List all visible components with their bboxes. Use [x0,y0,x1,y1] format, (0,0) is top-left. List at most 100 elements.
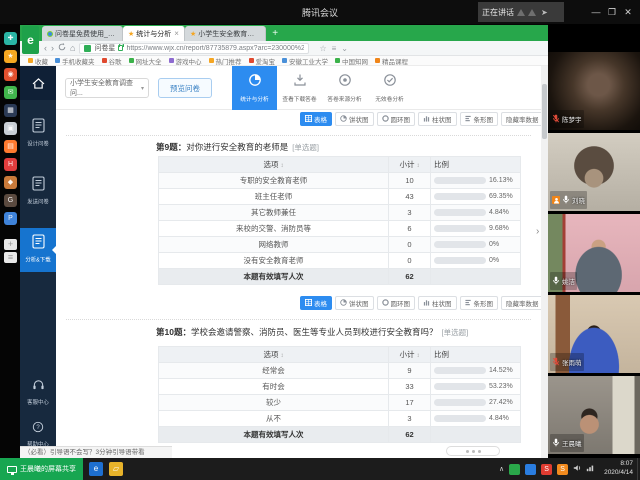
dock-app-icon[interactable]: ▣ [4,122,17,135]
hide-data-button[interactable]: 隐藏率数据 [501,112,544,126]
column-header[interactable]: 比例 [431,157,521,173]
participant-video[interactable]: 陈梦宇 [548,52,640,130]
volume-icon[interactable] [573,464,581,474]
report-nav-tab-0[interactable]: 统计与分析 [232,66,277,110]
dock-menu-icon[interactable]: ≡ [4,252,17,263]
browser-taskbar-icon[interactable]: e [89,462,103,476]
bar-chart-button[interactable]: 条形图 [460,112,499,126]
dock-app-icon[interactable]: ✚ [4,32,17,45]
table-view-button[interactable]: 表格 [300,296,332,310]
dock-app-icon[interactable]: ✉ [4,86,17,99]
column-chart-button[interactable]: 柱状图 [418,296,457,310]
network-icon[interactable] [586,464,594,474]
browser-tab[interactable]: ★统计与分析× [123,26,185,41]
sidebar-item-support[interactable]: 客服中心 [20,372,56,416]
ratio-cell: 14.52% [431,363,521,379]
column-header[interactable]: 选项 ↕ [159,347,389,363]
scrollbar-thumb[interactable] [542,84,547,139]
browser-logo[interactable]: e [22,26,39,54]
browser-tab[interactable]: ★小学生安全教育调查问卷 [185,26,266,41]
participant-video[interactable]: 张雨萌 [548,295,640,373]
survey-select[interactable]: 小学生安全教育调查问... ▾ [65,78,149,98]
column-header[interactable]: 小计 ↕ [389,157,431,173]
hide-data-button[interactable]: 隐藏率数据 [501,296,544,310]
meeting-titlebar: 腾讯会议 正在讲话 ➤ — ❐ ✕ [0,0,640,24]
tab-close-icon[interactable]: × [174,29,179,38]
qq-tray-icon[interactable] [525,464,536,475]
bar-chart-button[interactable]: 条形图 [460,296,499,310]
participant-video[interactable]: 刘晓 [548,133,640,211]
report-nav-tab-3[interactable]: 无效卷分析 [367,66,412,110]
participant-video[interactable]: 王晨曦 [548,376,640,454]
dock-app-icon[interactable]: H [4,158,17,171]
column-header[interactable]: 小计 ↕ [389,347,431,363]
dock-app-icon[interactable]: ◉ [4,68,17,81]
bookmark-item[interactable]: 谷歌 [102,56,122,66]
minimize-button[interactable]: — [588,7,604,17]
meeting-tray-icon[interactable]: S [557,464,568,475]
bookmark-item[interactable]: 网址大全 [129,56,162,66]
home-icon[interactable]: ⌂ [70,42,75,55]
sogou-tray-icon[interactable]: S [541,464,552,475]
donut-chart-button[interactable]: 圆环图 [377,112,416,126]
pie-chart-button[interactable]: 饼状图 [335,112,374,126]
bookmark-item[interactable]: 收藏 [28,56,48,66]
panel-collapse-icon[interactable]: › [536,226,539,237]
participant-name: 刘晓 [572,195,585,205]
bookmark-item[interactable]: 热门推荐 [209,56,242,66]
new-tab-button[interactable]: + [266,26,284,41]
count-cell: 9 [389,363,431,379]
report-nav-tab-2[interactable]: 答卷来源分析 [322,66,367,110]
table-header-row: 选项 ↕小计 ↕比例 [159,157,521,173]
donut-chart-button[interactable]: 圆环图 [377,296,416,310]
bookmark-item[interactable]: 中国知网 [335,56,368,66]
sidebar-item-analyze[interactable]: 分析&下载 [20,228,56,272]
forward-icon[interactable]: › [51,42,54,55]
sidebar-home[interactable] [20,66,56,100]
close-button[interactable]: ✕ [620,7,636,18]
dock-app-icon[interactable]: G [4,194,17,207]
page-scrollbar[interactable] [541,66,548,458]
column-header[interactable]: 选项 ↕ [159,157,389,173]
sidebar-item-design[interactable]: 设计问卷 [20,112,56,156]
bookmark-favicon [209,58,214,63]
bookmark-item[interactable]: 安徽工业大学 [282,56,328,66]
column-header[interactable]: 比例 [431,347,521,363]
dock-app-icon[interactable]: ▦ [4,104,17,117]
pie-chart-button[interactable]: 饼状图 [335,296,374,310]
sort-icon[interactable]: ↕ [417,353,420,359]
taskbar-clock[interactable]: 8:07 2020/4/14 [604,460,633,478]
table-view-button[interactable]: 表格 [300,112,332,126]
dock-add-icon[interactable]: + [4,239,17,250]
dock-app-icon[interactable]: ★ [4,50,17,63]
screen-share-banner[interactable]: 王晨曦的屏幕共享 [0,458,83,480]
sort-icon[interactable]: ↕ [417,163,420,169]
bookmark-item[interactable]: 手机收藏夹 [55,56,95,66]
preview-survey-button[interactable]: 预览问卷 [158,78,212,98]
maximize-button[interactable]: ❐ [604,7,620,18]
bookmark-item[interactable]: 爱淘宝 [249,56,276,66]
refresh-icon[interactable] [58,42,66,55]
url-text[interactable]: https://www.wjx.cn/report/87735879.aspx?… [126,45,304,52]
status-widget[interactable] [446,446,500,456]
column-chart-button[interactable]: 柱状图 [418,112,457,126]
participant-video[interactable]: 姚洁 [548,214,640,292]
sort-icon[interactable]: ↕ [281,163,284,169]
favorite-star-icon[interactable]: ☆ [319,44,326,53]
dock-app-icon[interactable]: ◆ [4,176,17,189]
browser-tab[interactable]: 问卷星免费使用_360搜索 [42,26,123,41]
report-nav-tab-1[interactable]: 查看下载答卷 [277,66,322,110]
tray-expand-icon[interactable]: ∧ [499,465,504,473]
wechat-tray-icon[interactable] [509,464,520,475]
back-icon[interactable]: ‹ [44,42,47,55]
folder-taskbar-icon[interactable]: ▱ [109,462,123,476]
sort-icon[interactable]: ↕ [281,353,284,359]
sidebar-item-send[interactable]: 发送问卷 [20,170,56,214]
address-bar[interactable]: 问卷星 https://www.wjx.cn/report/87735879.a… [79,43,309,54]
extensions-icon[interactable]: ≡ [332,44,337,53]
bookmark-item[interactable]: 游戏中心 [169,56,202,66]
dropdown-icon[interactable]: ⌄ [341,44,348,53]
dock-app-icon[interactable]: P [4,212,17,225]
bookmark-item[interactable]: 精品课程 [375,56,408,66]
dock-app-icon[interactable]: ▤ [4,140,17,153]
